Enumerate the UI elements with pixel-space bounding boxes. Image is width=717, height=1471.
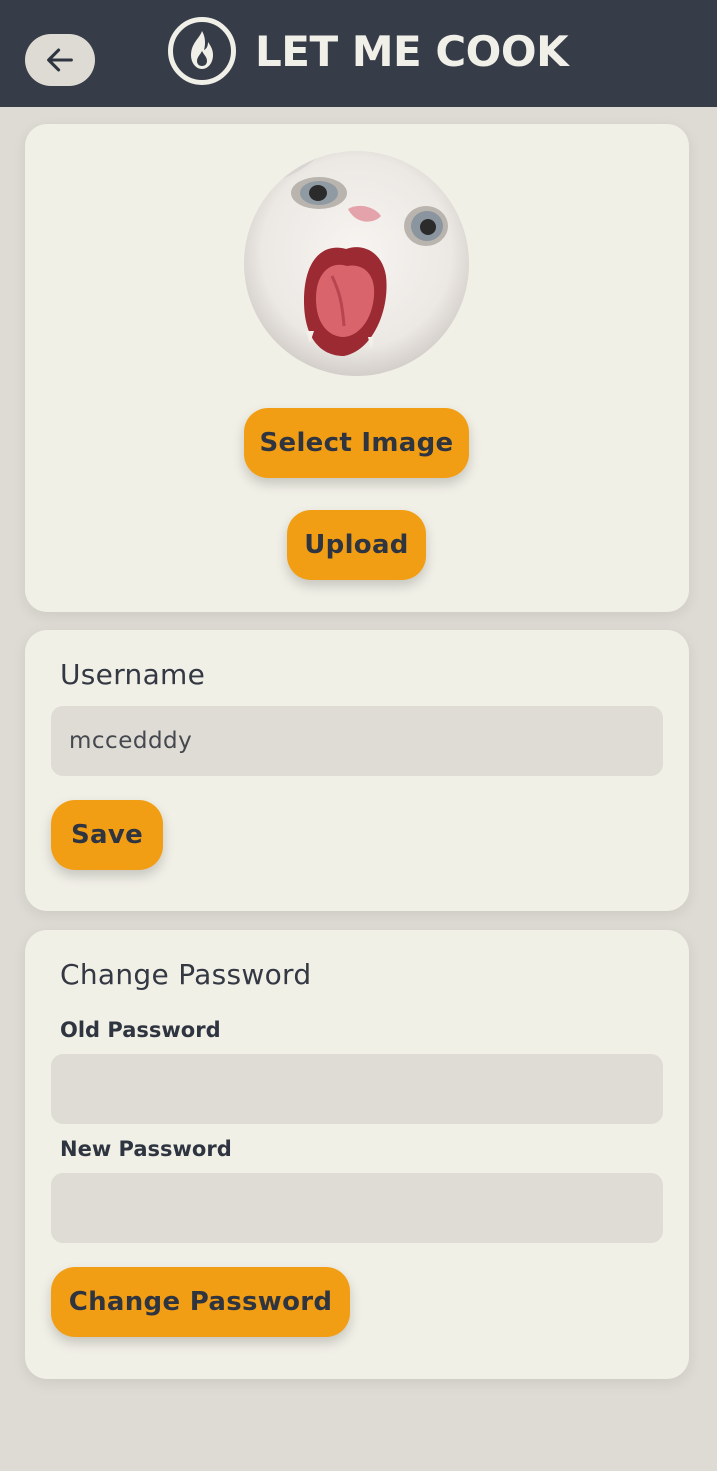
change-password-card: Change Password Old Password New Passwor… [25,930,689,1379]
upload-button[interactable]: Upload [287,510,426,580]
flame-logo-icon [168,17,236,85]
change-password-title: Change Password [60,958,312,991]
avatar [244,151,469,376]
change-password-button[interactable]: Change Password [51,1267,350,1337]
old-password-label: Old Password [60,1018,221,1042]
app-title: LET ME COOK [255,27,569,76]
username-card: Username mccedddy Save [25,630,689,911]
save-button[interactable]: Save [51,800,163,870]
app-header: LET ME COOK [0,0,717,107]
cat-avatar-image [244,151,469,376]
new-password-label: New Password [60,1137,232,1161]
select-image-button[interactable]: Select Image [244,408,469,478]
arrow-left-icon [47,48,73,72]
back-button[interactable] [25,34,95,86]
username-title: Username [60,658,206,691]
new-password-input[interactable] [51,1173,663,1243]
old-password-input[interactable] [51,1054,663,1124]
profile-picture-card: Select Image Upload [25,124,689,612]
username-input[interactable]: mccedddy [51,706,663,776]
